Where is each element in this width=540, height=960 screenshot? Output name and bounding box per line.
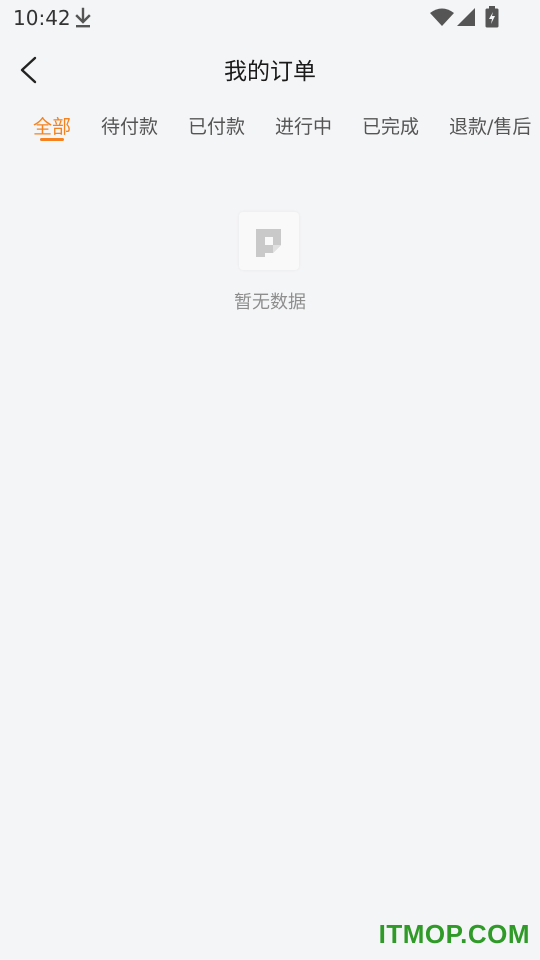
tab-all[interactable]: 全部: [33, 112, 71, 139]
tab-in-progress[interactable]: 进行中: [275, 112, 332, 139]
tab-paid[interactable]: 已付款: [188, 112, 245, 139]
header: 我的订单: [0, 40, 540, 100]
empty-document-icon: [239, 212, 299, 270]
empty-state-text: 暂无数据: [234, 292, 306, 313]
status-time: 10:42: [13, 6, 71, 30]
status-bar: 10:42: [0, 0, 540, 36]
wifi-icon: [430, 8, 454, 26]
battery-icon: [485, 6, 499, 28]
order-status-tabs: 全部 待付款 已付款 进行中 已完成 退款/售后: [0, 104, 540, 150]
signal-icon: [456, 7, 476, 27]
page-title: 我的订单: [224, 59, 316, 85]
active-tab-indicator: [40, 138, 64, 141]
tab-refund-after-sales[interactable]: 退款/售后: [449, 112, 531, 139]
tab-pending-payment[interactable]: 待付款: [101, 112, 158, 139]
download-icon: [73, 7, 93, 29]
tab-completed[interactable]: 已完成: [362, 112, 419, 139]
watermark: ITMOP.COM: [378, 919, 530, 949]
